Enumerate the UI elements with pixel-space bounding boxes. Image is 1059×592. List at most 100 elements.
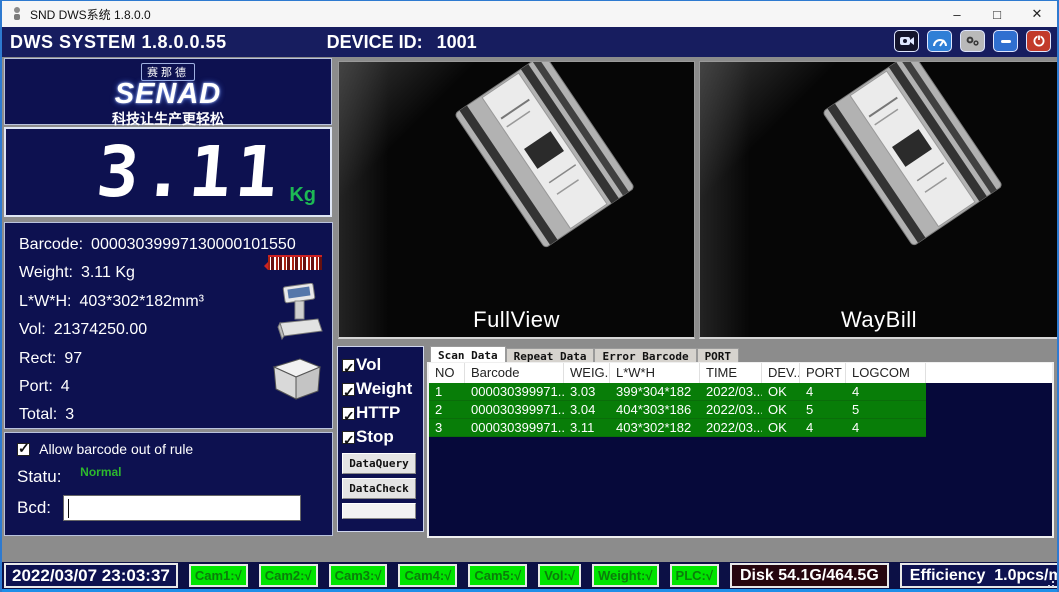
weight-label: Weight: bbox=[19, 264, 73, 281]
tab-error-barcode[interactable]: Error Barcode bbox=[594, 348, 696, 362]
camera-view-icon[interactable] bbox=[894, 30, 919, 52]
fullview-label: FullView bbox=[339, 307, 694, 333]
table-cell: 1 bbox=[429, 383, 465, 400]
camera-shading bbox=[700, 62, 1058, 337]
datacheck-button[interactable]: DataCheck bbox=[342, 478, 416, 499]
vol-label: Vol: bbox=[19, 321, 46, 338]
table-cell: 2 bbox=[429, 401, 465, 418]
http-checkbox[interactable] bbox=[342, 407, 355, 420]
blank-button[interactable] bbox=[342, 503, 416, 519]
table-cell: 4 bbox=[846, 419, 926, 436]
table-cell: 000030399971... bbox=[465, 401, 564, 418]
statu-value: Normal bbox=[80, 465, 121, 479]
allow-barcode-checkbox[interactable] bbox=[17, 443, 30, 456]
col-logcom: LOGCOM bbox=[846, 363, 926, 383]
port-value: 4 bbox=[61, 378, 70, 395]
titlebar: SND DWS系统 1.8.0.0 – □ ✕ bbox=[2, 1, 1057, 27]
barcode-icon bbox=[268, 255, 322, 270]
weight-info-value: 3.11 Kg bbox=[81, 264, 135, 281]
brand-slogan: 科技让生产更轻松 bbox=[5, 109, 331, 129]
waybill-label: WayBill bbox=[700, 307, 1058, 333]
header-bar: DWS SYSTEM 1.8.0.0.55 DEVICE ID: 1001 bbox=[2, 27, 1057, 57]
dataquery-button[interactable]: DataQuery bbox=[342, 453, 416, 474]
tab-scan-data[interactable]: Scan Data bbox=[430, 346, 506, 362]
resize-grip[interactable] bbox=[1044, 577, 1054, 587]
timestamp-badge: 2022/03/07 23:03:37 bbox=[4, 563, 178, 588]
col-barcode: Barcode bbox=[465, 363, 564, 383]
table-cell: 3.04 bbox=[564, 401, 610, 418]
col-no: NO bbox=[429, 363, 465, 383]
hide-panel-icon[interactable] bbox=[993, 30, 1018, 52]
table-row[interactable]: 3 000030399971... 3.11 403*302*182 2022/… bbox=[429, 419, 926, 437]
col-lwh: L*W*H bbox=[610, 363, 700, 383]
scale-icon bbox=[272, 283, 324, 348]
cam1-status-badge: Cam1:√ bbox=[189, 564, 248, 587]
table-cell: 403*302*182 bbox=[610, 419, 700, 436]
gauge-icon[interactable] bbox=[927, 30, 952, 52]
table-cell: 2022/03... bbox=[700, 419, 762, 436]
table-cell: OK bbox=[762, 383, 800, 400]
rect-value: 97 bbox=[64, 350, 82, 367]
col-time: TIME bbox=[700, 363, 762, 383]
table-row[interactable]: 1 000030399971... 3.03 399*304*182 2022/… bbox=[429, 383, 926, 401]
bcd-label: Bcd: bbox=[17, 498, 51, 518]
parcel-box-icon bbox=[270, 351, 324, 408]
weight-checkbox[interactable] bbox=[342, 383, 355, 396]
total-label: Total: bbox=[19, 406, 57, 423]
weight-display-panel: 3.11 Kg bbox=[4, 127, 332, 217]
text-caret bbox=[68, 499, 69, 518]
app-window: SND DWS系统 1.8.0.0 – □ ✕ DWS SYSTEM 1.8.0… bbox=[0, 0, 1059, 592]
table-cell: 5 bbox=[846, 401, 926, 418]
barcode-entry-panel: Allow barcode out of rule Statu: Normal … bbox=[4, 432, 333, 536]
allow-barcode-label: Allow barcode out of rule bbox=[39, 441, 193, 457]
vol-checkbox[interactable] bbox=[342, 359, 355, 372]
col-weight: WEIG... bbox=[564, 363, 610, 383]
scan-data-table: NO Barcode WEIG... L*W*H TIME DEV... POR… bbox=[427, 362, 1054, 538]
camera-shading bbox=[339, 62, 694, 337]
table-cell: 3.03 bbox=[564, 383, 610, 400]
rect-label: Rect: bbox=[19, 350, 56, 367]
statu-label: Statu: bbox=[17, 467, 61, 486]
device-id-value: 1001 bbox=[437, 32, 477, 53]
port-label: Port: bbox=[19, 378, 53, 395]
bcd-input[interactable] bbox=[63, 495, 301, 521]
system-title: DWS SYSTEM 1.8.0.0.55 bbox=[10, 32, 227, 53]
fullview-camera-feed: FullView bbox=[338, 61, 695, 339]
cam5-status-badge: Cam5:√ bbox=[468, 564, 527, 587]
cam4-status-badge: Cam4:√ bbox=[398, 564, 457, 587]
col-port: PORT bbox=[800, 363, 846, 383]
brand-panel: 赛那德 SENAD 科技让生产更轻松 bbox=[4, 58, 332, 125]
app-title: SND DWS系统 1.8.0.0 bbox=[30, 6, 151, 23]
power-exit-icon[interactable] bbox=[1026, 30, 1051, 52]
close-button[interactable]: ✕ bbox=[1017, 1, 1057, 27]
table-cell: 399*304*182 bbox=[610, 383, 700, 400]
tab-port[interactable]: PORT bbox=[697, 348, 740, 362]
minimize-button[interactable]: – bbox=[937, 1, 977, 27]
device-id-label: DEVICE ID: bbox=[327, 32, 423, 53]
weight-status-badge: Weight:√ bbox=[592, 564, 659, 587]
cam2-status-badge: Cam2:√ bbox=[259, 564, 318, 587]
settings-gears-icon[interactable] bbox=[960, 30, 985, 52]
table-cell: 4 bbox=[800, 383, 846, 400]
weight-unit: Kg bbox=[289, 184, 316, 207]
vol-status-badge: Vol:√ bbox=[538, 564, 581, 587]
weight-checkbox-label: Weight bbox=[356, 379, 412, 398]
vol-value: 21374250.00 bbox=[54, 321, 147, 338]
lwh-value: 403*302*182mm³ bbox=[79, 293, 204, 310]
http-checkbox-label: HTTP bbox=[356, 403, 400, 422]
window-controls: – □ ✕ bbox=[937, 1, 1057, 27]
data-tabs: Scan Data Repeat Data Error Barcode PORT bbox=[430, 346, 739, 362]
efficiency-badge: Efficiency 1.0pcs/min bbox=[900, 563, 1059, 588]
stop-checkbox[interactable] bbox=[342, 431, 355, 444]
table-cell: 3 bbox=[429, 419, 465, 436]
app-icon bbox=[10, 6, 24, 22]
cam3-status-badge: Cam3:√ bbox=[329, 564, 388, 587]
table-cell: 2022/03... bbox=[700, 383, 762, 400]
table-header-row: NO Barcode WEIG... L*W*H TIME DEV... POR… bbox=[429, 363, 1052, 383]
table-row[interactable]: 2 000030399971... 3.04 404*303*186 2022/… bbox=[429, 401, 926, 419]
brand-logo: SENAD bbox=[5, 81, 331, 107]
tab-repeat-data[interactable]: Repeat Data bbox=[506, 348, 595, 362]
maximize-button[interactable]: □ bbox=[977, 1, 1017, 27]
vol-checkbox-label: Vol bbox=[356, 355, 381, 374]
status-bar: 2022/03/07 23:03:37 Cam1:√ Cam2:√ Cam3:√… bbox=[2, 562, 1057, 592]
